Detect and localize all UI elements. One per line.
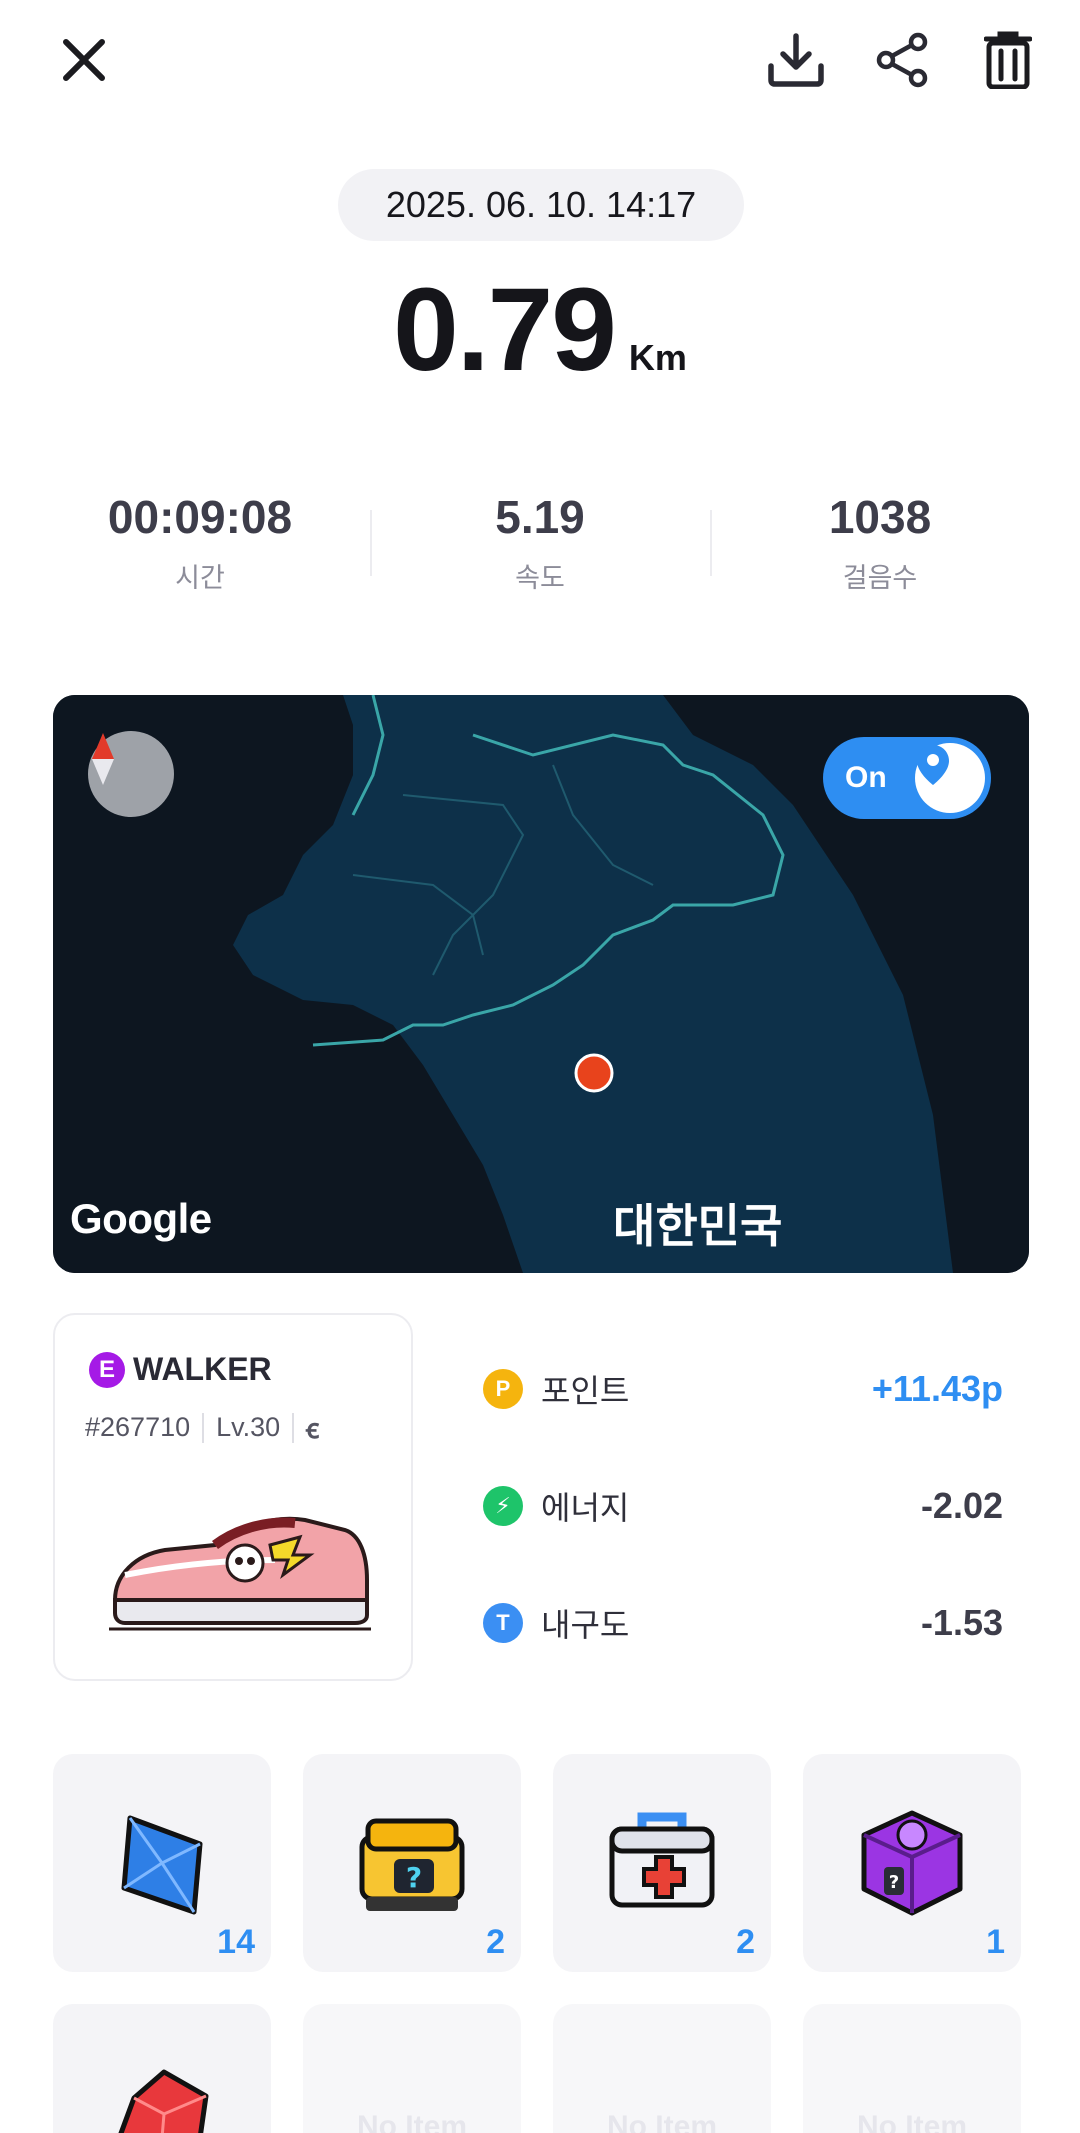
reward-amount: +11.43p xyxy=(871,1367,1003,1409)
distance-display: 0.79 Km xyxy=(0,262,1080,398)
item-count: 2 xyxy=(736,1923,755,1961)
divider xyxy=(202,1412,205,1443)
item-slot-empty: No Item xyxy=(303,2004,521,2133)
map-country-label: 대한민국 xyxy=(613,1200,783,1252)
compass-button[interactable] xyxy=(88,731,174,817)
item-count: 14 xyxy=(217,1923,255,1961)
svg-text:?: ? xyxy=(406,1861,422,1894)
top-bar xyxy=(0,0,1080,120)
stat-time: 00:09:08 시간 xyxy=(30,490,370,610)
energy-icon: ⚡ xyxy=(483,1485,523,1526)
distance-value: 0.79 xyxy=(393,264,617,396)
red-gem-icon xyxy=(53,2004,271,2133)
sneaker-image xyxy=(109,1516,371,1631)
reward-row-durability: T 내구도 -1.53 xyxy=(483,1564,1003,1681)
stat-value: 00:09:08 xyxy=(107,491,293,543)
close-icon xyxy=(63,39,105,81)
item-slot-purple-box[interactable]: ? 1 xyxy=(803,1754,1021,1972)
stat-steps: 1038 걸음수 xyxy=(710,490,1050,610)
item-slot-empty: No Item xyxy=(553,2004,771,2133)
reward-list: P 포인트 +11.43p ⚡ 에너지 -2.02 T 내구도 -1.53 xyxy=(483,1330,1003,1681)
reward-row-energy: ⚡ 에너지 -2.02 xyxy=(483,1447,1003,1564)
empty-slot-label: No Item xyxy=(356,2110,467,2133)
svg-text:?: ? xyxy=(889,1872,899,1893)
reward-name: 포인트 xyxy=(541,1372,630,1409)
compass-icon xyxy=(92,733,114,785)
location-toggle-label: On xyxy=(845,761,887,794)
point-icon: P xyxy=(483,1368,523,1409)
durability-icon: T xyxy=(483,1602,523,1643)
sneaker-type: WALKER xyxy=(133,1351,272,1387)
stat-speed: 5.19 속도 xyxy=(370,490,710,610)
divider xyxy=(292,1412,295,1443)
route-map[interactable]: On Google 대한민국 xyxy=(53,695,1029,1273)
distance-unit: Km xyxy=(628,337,687,378)
download-button[interactable] xyxy=(760,24,832,96)
item-slot-empty: No Item xyxy=(803,2004,1021,2133)
stats-row: 00:09:08 시간 5.19 속도 1038 걸음수 xyxy=(30,490,1050,610)
stat-label: 시간 xyxy=(175,563,225,593)
item-slot-blue-gem[interactable]: 14 xyxy=(53,1754,271,1972)
stat-value: 1038 xyxy=(828,491,932,543)
item-count: 1 xyxy=(986,1923,1005,1961)
stat-label: 걸음수 xyxy=(842,563,918,593)
google-attribution: Google xyxy=(70,1195,212,1242)
delete-button[interactable] xyxy=(972,24,1044,96)
share-icon xyxy=(876,32,928,88)
sneaker-attribute-icon: ꞓ xyxy=(306,1414,320,1444)
location-pin-icon xyxy=(915,743,985,813)
empty-slot-label: No Item xyxy=(856,2110,967,2133)
reward-name: 에너지 xyxy=(541,1489,630,1526)
item-slot-red-gem[interactable] xyxy=(53,2004,271,2133)
reward-amount: -1.53 xyxy=(920,1601,1003,1643)
grade-badge: E xyxy=(89,1351,125,1388)
reward-row-point: P 포인트 +11.43p xyxy=(483,1330,1003,1447)
close-button[interactable] xyxy=(48,24,120,96)
download-icon xyxy=(768,33,824,87)
empty-slot-label: No Item xyxy=(606,2110,717,2133)
item-slot-yellow-box[interactable]: ? 2 xyxy=(303,1754,521,1972)
sneaker-card[interactable]: E WALKER #267710 Lv.30 ꞓ xyxy=(53,1313,413,1681)
location-toggle[interactable]: On xyxy=(823,737,991,819)
item-slot-repair-kit[interactable]: 2 xyxy=(553,1754,771,1972)
stat-value: 5.19 xyxy=(495,491,585,543)
sneaker-id: #267710 xyxy=(85,1412,191,1442)
share-button[interactable] xyxy=(866,24,938,96)
stat-label: 속도 xyxy=(515,563,565,593)
sneaker-meta: #267710 Lv.30 ꞓ xyxy=(85,1409,319,1446)
record-datetime: 2025. 06. 10. 14:17 xyxy=(338,169,744,241)
trash-icon xyxy=(984,31,1032,89)
sneaker-header: E WALKER xyxy=(89,1351,272,1388)
reward-name: 내구도 xyxy=(541,1606,630,1643)
item-count: 2 xyxy=(486,1923,505,1961)
reward-amount: -2.02 xyxy=(920,1484,1003,1526)
sneaker-level: Lv.30 xyxy=(216,1412,281,1442)
